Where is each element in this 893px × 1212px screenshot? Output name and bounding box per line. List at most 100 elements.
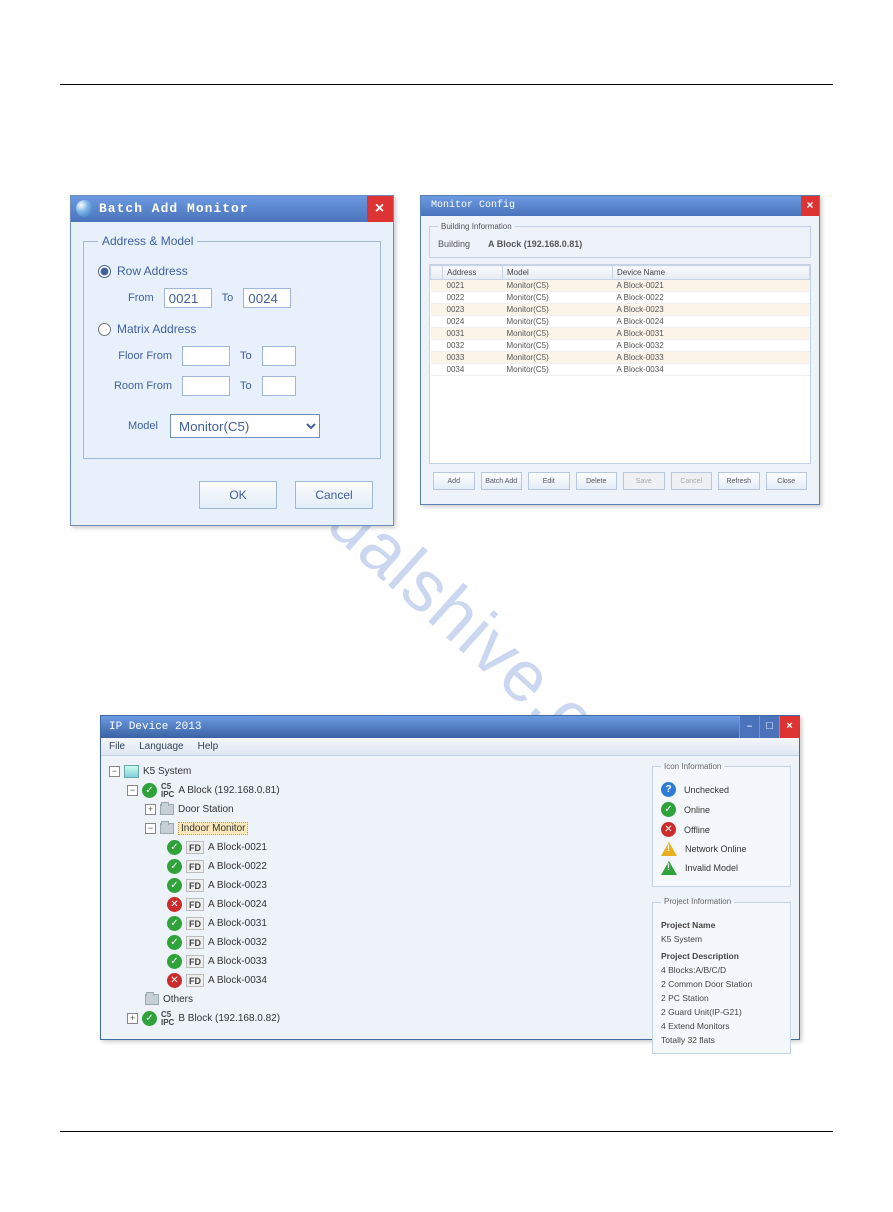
close3-icon[interactable]: × [779, 716, 799, 738]
building-value: A Block (192.168.0.81) [488, 239, 582, 249]
from-input[interactable] [164, 288, 212, 308]
table-row[interactable]: 0033Monitor(C5)A Block-0033 [431, 352, 810, 364]
network-online-icon [661, 842, 677, 856]
folder-icon [145, 994, 159, 1005]
refresh-button[interactable]: Refresh [718, 472, 760, 490]
matrix-address-input[interactable] [98, 323, 111, 336]
monitor-label: A Block-0032 [208, 937, 267, 948]
indoor-monitor-label[interactable]: Indoor Monitor [178, 822, 248, 835]
floor-row: Floor From To [98, 346, 366, 366]
tree-monitor-item[interactable]: ✓FDA Block-0032 [109, 933, 636, 952]
title2-text: Monitor Config [431, 200, 515, 211]
table-row[interactable]: 0022Monitor(C5)A Block-0022 [431, 292, 810, 304]
expand-icon[interactable]: − [127, 785, 138, 796]
dialog2-title: Monitor Config × [421, 196, 819, 216]
model-row: Model Monitor(C5) [98, 414, 366, 438]
online-icon: ✓ [661, 802, 676, 817]
online-label: Online [684, 805, 710, 815]
matrix-address-radio[interactable]: Matrix Address [98, 322, 366, 336]
fd-icon: FD [186, 860, 204, 873]
fd-icon: FD [186, 879, 204, 892]
col-model[interactable]: Model [503, 266, 613, 280]
table-row[interactable]: 0021Monitor(C5)A Block-0021 [431, 280, 810, 292]
cancel-button[interactable]: Cancel [295, 481, 373, 509]
monitor-label: A Block-0031 [208, 918, 267, 929]
offline-icon: ✕ [167, 973, 182, 988]
icon-legend-panel: Icon Information ?Unchecked ✓Online ✕Off… [652, 762, 791, 887]
ip-device-window: IP Device 2013 – □ × File Language Help … [100, 715, 800, 1040]
offline-icon: ✕ [661, 822, 676, 837]
menu-file[interactable]: File [109, 741, 125, 752]
table-row[interactable]: 0023Monitor(C5)A Block-0023 [431, 304, 810, 316]
floor-from-input[interactable] [182, 346, 230, 366]
fd-icon: FD [186, 936, 204, 949]
table-row[interactable]: 0032Monitor(C5)A Block-0032 [431, 340, 810, 352]
project-name-label: Project Name [661, 918, 782, 932]
tree-monitor-item[interactable]: ✕ FD A Block-0034 [109, 971, 636, 990]
close2-icon[interactable]: × [801, 196, 819, 216]
ok-button[interactable]: OK [199, 481, 277, 509]
expand-icon[interactable]: − [109, 766, 120, 777]
add-button[interactable]: Add [433, 472, 475, 490]
online-icon: ✓ [167, 916, 182, 931]
row-address-radio[interactable]: Row Address [98, 264, 366, 278]
cancel2-button[interactable]: Cancel [671, 472, 713, 490]
maximize-icon[interactable]: □ [759, 716, 779, 738]
globe-icon [76, 200, 93, 217]
building-legend: Building Information [438, 222, 515, 231]
offline-label: Offline [684, 825, 710, 835]
fd-icon: FD [186, 841, 204, 854]
divider-bottom [60, 1131, 833, 1132]
project-info-title: Project Information [661, 895, 734, 909]
delete-button[interactable]: Delete [576, 472, 618, 490]
table-row[interactable]: 0034Monitor(C5)A Block-0034 [431, 364, 810, 376]
dialog-title: Batch Add Monitor × [71, 196, 393, 222]
expand-icon[interactable]: + [127, 1013, 138, 1024]
project-desc: 4 Blocks:A/B/C/D2 Common Door Station2 P… [661, 963, 782, 1047]
table-row[interactable]: 0031Monitor(C5)A Block-0031 [431, 328, 810, 340]
batch-add-monitor-dialog: Batch Add Monitor × Address & Model Row … [70, 195, 394, 526]
save-button[interactable]: Save [623, 472, 665, 490]
divider-top [60, 84, 833, 85]
batch-add-button[interactable]: Batch Add [481, 472, 523, 490]
to-input[interactable] [243, 288, 291, 308]
menu-language[interactable]: Language [139, 741, 184, 752]
row-address-input[interactable] [98, 265, 111, 278]
menu-help[interactable]: Help [198, 741, 219, 752]
tree-monitor-item[interactable]: ✓FDA Block-0022 [109, 857, 636, 876]
tree-monitor-item[interactable]: ✓FDA Block-0033 [109, 952, 636, 971]
door-station-label: Door Station [178, 804, 234, 815]
block-b-label: B Block (192.168.0.82) [178, 1013, 280, 1024]
tree-monitor-item[interactable]: ✕FDA Block-0024 [109, 895, 636, 914]
expand-icon[interactable]: + [145, 804, 156, 815]
close-icon[interactable]: × [367, 196, 393, 222]
online-icon: ✓ [167, 954, 182, 969]
room-from-input[interactable] [182, 376, 230, 396]
edit-button[interactable]: Edit [528, 472, 570, 490]
col-name[interactable]: Device Name [613, 266, 810, 280]
cs-ipc-icon: C5IPC [161, 783, 174, 799]
monitor-label: A Block-0022 [208, 861, 267, 872]
cs-ipc-icon: C5IPC [161, 1011, 174, 1027]
monitor-label: A Block-0034 [208, 975, 267, 986]
invalid-label: Invalid Model [685, 863, 738, 873]
table-row[interactable]: 0024Monitor(C5)A Block-0024 [431, 316, 810, 328]
model-select[interactable]: Monitor(C5) [170, 414, 320, 438]
tree-monitor-item[interactable]: ✓FDA Block-0031 [109, 914, 636, 933]
floor-from-label: Floor From [98, 350, 172, 362]
win3-title-text: IP Device 2013 [109, 721, 201, 733]
minimize-icon[interactable]: – [739, 716, 759, 738]
room-to-input[interactable] [262, 376, 296, 396]
close-button[interactable]: Close [766, 472, 808, 490]
fd-icon: FD [186, 974, 204, 987]
col-check[interactable] [431, 266, 443, 280]
floor-to-input[interactable] [262, 346, 296, 366]
unchecked-label: Unchecked [684, 785, 729, 795]
tree-monitor-item[interactable]: ✓FDA Block-0023 [109, 876, 636, 895]
invalid-model-icon [661, 861, 677, 875]
col-address[interactable]: Address [443, 266, 503, 280]
tree-monitor-item[interactable]: ✓FDA Block-0021 [109, 838, 636, 857]
expand-icon[interactable]: − [145, 823, 156, 834]
device-tree[interactable]: − K5 System − ✓ C5IPC A Block (192.168.0… [101, 756, 644, 1039]
legend-title: Icon Information [661, 762, 724, 771]
